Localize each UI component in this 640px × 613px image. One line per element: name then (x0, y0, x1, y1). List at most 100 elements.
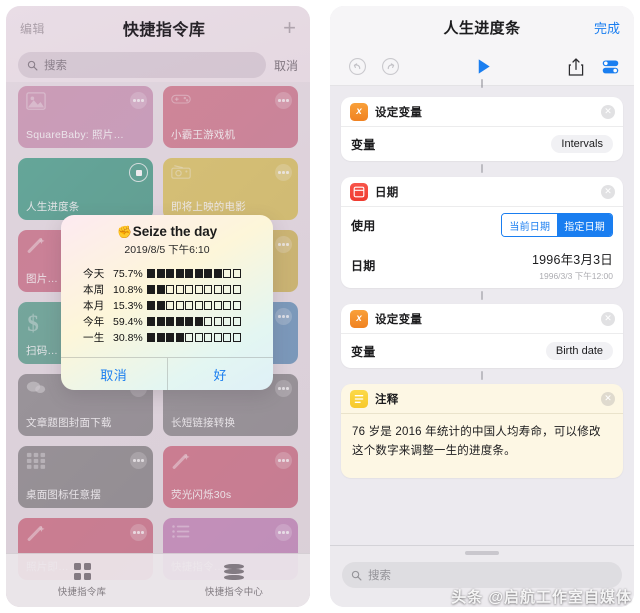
progress-percent: 10.8% (113, 283, 143, 296)
progress-label: 今年 (83, 316, 105, 328)
chat-icon (26, 380, 46, 398)
segment-option[interactable]: 当前日期 (502, 214, 558, 236)
action-card-set-variable[interactable]: x 设定变量 ✕ 变量 Intervals (341, 97, 623, 161)
fist-emoji-icon: ✊ (116, 225, 132, 239)
gamepad-icon (171, 92, 191, 110)
seize-the-day-alert: ✊Seize the day 2019/8/5 下午6:10 今天 75.7% 本周… (61, 215, 273, 390)
undo-icon[interactable] (348, 57, 367, 76)
action-search-input[interactable]: 搜索 (342, 562, 622, 588)
action-card-date[interactable]: 日期 ✕ 使用 当前日期 指定日期 日期 1996年3月3日 1996/3/3 下午12:00 (341, 177, 623, 288)
variable-name-field[interactable]: Intervals (551, 135, 613, 153)
date-value-main: 1996年3月3日 (531, 253, 613, 267)
svg-text:$: $ (27, 311, 38, 336)
panel-drag-handle[interactable] (465, 551, 499, 555)
date-value-sub: 1996/3/3 下午12:00 (539, 271, 613, 281)
list-icon (171, 524, 191, 542)
alert-cancel-button[interactable]: 取消 (61, 358, 167, 390)
close-circle-icon[interactable]: ✕ (601, 184, 615, 199)
tab-shortcuts-library[interactable]: 快捷指令库 (6, 554, 158, 607)
progress-label: 本周 (83, 284, 105, 296)
action-title: 注释 (375, 393, 399, 406)
shortcut-card-label: 人生进度条 (26, 201, 80, 213)
date-value[interactable]: 1996年3月3日 1996/3/3 下午12:00 (532, 249, 613, 282)
wand-icon (26, 524, 46, 542)
more-dots-icon[interactable] (275, 164, 292, 181)
variable-x-icon: x (350, 102, 368, 121)
parameter-label: 日期 (351, 259, 376, 273)
search-placeholder: 搜索 (368, 570, 391, 582)
action-card-set-variable[interactable]: x 设定变量 ✕ 变量 Birth date (341, 304, 623, 368)
variable-x-icon: x (350, 309, 368, 328)
shortcut-card[interactable]: 即将上映的电影 (163, 158, 298, 220)
search-input[interactable]: 搜索 (18, 52, 266, 78)
close-circle-icon[interactable]: ✕ (601, 104, 615, 119)
calendar-icon (350, 182, 368, 201)
more-dots-icon[interactable] (275, 452, 292, 469)
variable-name-field[interactable]: Birth date (545, 342, 613, 360)
tab-label: 快捷指令中心 (204, 586, 264, 598)
action-parameter-row: 日期 1996年3月3日 1996/3/3 下午12:00 (341, 243, 623, 288)
shortcut-card-label: 即将上映的电影 (171, 201, 246, 213)
action-card-comment[interactable]: 注释 ✕ 76 岁是 2016 年统计的中国人均寿命，可以修改这个数字来调整一生的进… (341, 384, 623, 479)
close-circle-icon[interactable]: ✕ (601, 311, 615, 326)
shortcut-card[interactable]: 荧光闪烁30s (163, 446, 298, 508)
share-icon[interactable] (567, 57, 585, 77)
close-circle-icon[interactable]: ✕ (601, 391, 615, 406)
grid-icon (73, 563, 91, 580)
shortcut-card-label: SquareBaby: 照片… (26, 129, 125, 141)
segment-option[interactable]: 指定日期 (557, 214, 612, 236)
stop-running-icon[interactable] (129, 163, 148, 182)
shortcut-title: 人生进度条 (443, 19, 521, 37)
action-parameter-row: 使用 当前日期 指定日期 (341, 207, 623, 243)
action-title: 日期 (375, 186, 399, 199)
more-dots-icon[interactable] (275, 236, 292, 253)
progress-label: 一生 (83, 332, 105, 344)
more-dots-icon[interactable] (275, 524, 292, 541)
editor-header: 人生进度条 完成 (330, 6, 634, 48)
action-card-header: x 设定变量 ✕ (341, 304, 623, 334)
add-shortcut-button[interactable]: + (283, 17, 296, 39)
alert-timestamp: 2019/8/5 下午6:10 (124, 244, 210, 256)
more-dots-icon[interactable] (130, 452, 147, 469)
progress-blocks (147, 333, 251, 342)
shortcut-card[interactable]: 人生进度条 (18, 158, 153, 220)
shortcut-card-label: 文章题图封面下载 (26, 417, 112, 429)
progress-blocks (147, 317, 251, 326)
more-dots-icon[interactable] (275, 308, 292, 325)
action-card-header: x 设定变量 ✕ (341, 97, 623, 127)
edit-button[interactable]: 编辑 (20, 20, 45, 37)
action-list: x 设定变量 ✕ 变量 Intervals 日期 ✕ 使用 当前日期 指定日期 日期 1996年3月3… (330, 87, 634, 545)
watermark: 头条 @启航工作室自媒体 (451, 589, 632, 606)
dollar-icon: $ (26, 308, 46, 336)
progress-bar-list: 今天 75.7% 本周 10.8% 本月 15.3% 今年 59.4% 一生 30.8% (83, 266, 251, 345)
more-dots-icon[interactable] (275, 380, 292, 397)
shortcut-card-label: 小霸王游戏机 (171, 129, 236, 141)
grid-icon (26, 452, 46, 470)
redo-icon[interactable] (381, 57, 400, 76)
more-dots-icon[interactable] (275, 92, 292, 109)
wand-icon (26, 236, 46, 254)
progress-bar-row: 本月 15.3% (83, 298, 251, 313)
tab-gallery[interactable]: 快捷指令中心 (158, 554, 310, 607)
camera-icon (171, 164, 191, 182)
more-dots-icon[interactable] (130, 92, 147, 109)
action-title: 设定变量 (375, 313, 423, 326)
shortcut-card[interactable]: SquareBaby: 照片… (18, 86, 153, 148)
shortcut-card-label: 荧光闪烁30s (171, 489, 232, 501)
photo-icon (26, 92, 46, 110)
action-card-header: 注释 ✕ (341, 384, 623, 414)
date-mode-segmented-control[interactable]: 当前日期 指定日期 (501, 213, 613, 237)
right-phone-frame: 人生进度条 完成 x 设定变量 ✕ 变量 Intervals 日期 ✕ 使用 当… (330, 6, 634, 607)
shortcut-card[interactable]: 桌面图标任意摆 (18, 446, 153, 508)
shortcut-card[interactable]: 小霸王游戏机 (163, 86, 298, 148)
more-dots-icon[interactable] (130, 524, 147, 541)
play-icon[interactable] (474, 57, 493, 76)
search-cancel-button[interactable]: 取消 (274, 57, 298, 74)
parameter-label: 变量 (351, 137, 376, 152)
settings-toggles-icon[interactable] (601, 57, 620, 76)
note-text[interactable]: 76 岁是 2016 年统计的中国人均寿命，可以修改这个数字来调整一生的进度条。 (341, 414, 623, 478)
action-parameter-row: 变量 Birth date (341, 334, 623, 368)
search-placeholder: 搜索 (44, 60, 67, 72)
done-button[interactable]: 完成 (594, 18, 620, 37)
alert-ok-button[interactable]: 好 (166, 358, 274, 390)
